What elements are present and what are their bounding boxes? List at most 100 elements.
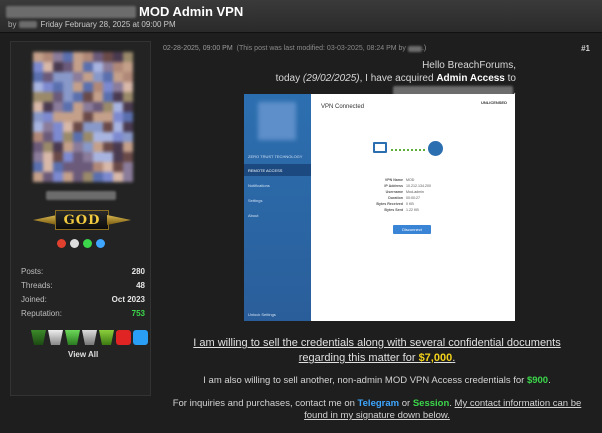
telegram-link[interactable]: Telegram — [358, 398, 400, 409]
avatar-pixel — [113, 122, 123, 132]
avatar-pixel — [93, 122, 103, 132]
session-icon[interactable] — [83, 239, 92, 248]
session-link[interactable]: Session — [413, 398, 449, 409]
avatar-pixel — [103, 132, 113, 142]
stat-label: Posts: — [21, 266, 44, 276]
avatar-pixel — [53, 152, 63, 162]
twitter-icon[interactable] — [133, 330, 148, 345]
redacted-title-prefix — [6, 5, 136, 18]
avatar-pixel — [43, 162, 53, 172]
acquired-mid: , I have acquired — [359, 73, 437, 84]
avatar-pixel — [103, 62, 113, 72]
vpn-sidebar: ZERO TRUST TECHNOLOGY REMOTE ACCESS Noti… — [244, 94, 311, 321]
vpn-info: VPN Name MOD IP Address 10.212.134.200 Use… — [351, 177, 475, 213]
award-icon[interactable] — [65, 330, 80, 345]
avatar-pixel — [33, 62, 43, 72]
info-key: Bytes Received — [376, 202, 403, 206]
xmpp-icon[interactable] — [57, 239, 66, 248]
avatar-pixel — [33, 92, 43, 102]
awards-row — [31, 330, 148, 345]
avatar-pixel — [63, 172, 73, 182]
avatar-pixel — [63, 132, 73, 142]
avatar-pixel — [93, 102, 103, 112]
wing-right-icon — [107, 215, 131, 225]
post-number[interactable]: #1 — [581, 44, 590, 53]
pgp-icon[interactable] — [70, 239, 79, 248]
avatar-pixel — [113, 162, 123, 172]
avatar-pixel — [43, 142, 53, 152]
avatar-pixel — [63, 162, 73, 172]
wing-left-icon — [33, 215, 57, 225]
avatar-pixel — [93, 62, 103, 72]
avatar-pixel — [123, 102, 133, 112]
avatar-pixel — [63, 152, 73, 162]
avatar-pixel — [83, 92, 93, 102]
avatar-pixel — [83, 172, 93, 182]
avatar-pixel — [83, 112, 93, 122]
edited-note: (This post was last modified: 03-03-2025… — [236, 45, 406, 52]
avatar-pixel — [83, 142, 93, 152]
avatar-pixel — [123, 142, 133, 152]
info-key: Username — [385, 190, 403, 194]
avatar-pixel — [43, 132, 53, 142]
acquired-prefix: today — [275, 73, 303, 84]
stat-label: Reputation: — [21, 308, 62, 318]
avatar-pixel — [73, 172, 83, 182]
redacted-username[interactable] — [46, 191, 116, 200]
avatar-pixel — [73, 162, 83, 172]
by-label: by — [8, 20, 17, 29]
avatar-pixel — [43, 152, 53, 162]
award-icon[interactable] — [82, 330, 97, 345]
award-icon[interactable] — [31, 330, 46, 345]
thread-meta: by Friday February 28, 2025 at 09:00 PM — [8, 20, 176, 29]
stat-value[interactable]: 753 — [132, 309, 145, 318]
avatar-pixel — [33, 72, 43, 82]
edited-close: .) — [421, 45, 427, 52]
avatar[interactable] — [33, 52, 133, 182]
info-value: 10.212.134.200 — [406, 184, 431, 188]
avatar-pixel — [53, 82, 63, 92]
vpn-nav-remote-access: REMOTE ACCESS — [244, 164, 311, 176]
avatar-pixel — [83, 152, 93, 162]
vpn-main: VPN Connected UNLICENSED VPN Name MOD IP … — [311, 94, 515, 321]
avatar-pixel — [43, 172, 53, 182]
avatar-pixel — [43, 102, 53, 112]
info-value: 0 KB — [406, 202, 414, 206]
avatar-pixel — [43, 72, 53, 82]
avatar-pixel — [93, 132, 103, 142]
sell-line-1: I am willing to sell the credentials alo… — [193, 337, 561, 349]
stat-value[interactable]: 280 — [132, 267, 145, 276]
avatar-pixel — [53, 62, 63, 72]
globe-icon — [428, 141, 443, 156]
contact-info-link-2[interactable]: found in my signature down below. — [304, 410, 450, 421]
award-icon[interactable] — [99, 330, 114, 345]
avatar-pixel — [53, 172, 63, 182]
avatar-pixel — [33, 112, 43, 122]
telegram-icon[interactable] — [96, 239, 105, 248]
contact-info-link-1[interactable]: My contact information can be — [455, 398, 582, 409]
avatar-pixel — [53, 112, 63, 122]
redacted-editor[interactable] — [407, 45, 422, 52]
avatar-pixel — [63, 62, 73, 72]
contact-prefix: For inquiries and purchases, contact me … — [172, 398, 358, 409]
avatar-pixel — [123, 92, 133, 102]
avatar-pixel — [123, 82, 133, 92]
avatar-pixel — [123, 162, 133, 172]
computer-icon — [373, 142, 387, 153]
stat-value[interactable]: 48 — [136, 281, 145, 290]
greeting-line: Hello BreachForums, — [422, 60, 516, 71]
avatar-pixel — [53, 92, 63, 102]
greeting-block: Hello BreachForums, today (29/02/2025), … — [163, 59, 591, 98]
redacted-author-link[interactable] — [19, 21, 38, 28]
avatar-pixel — [123, 152, 133, 162]
post-timestamp[interactable]: 02-28-2025, 09:00 PM — [163, 45, 233, 52]
youtube-icon[interactable] — [116, 330, 131, 345]
avatar-pixel — [33, 52, 43, 62]
avatar-pixel — [103, 162, 113, 172]
vpn-nav-about: About — [248, 212, 259, 218]
avatar-pixel — [53, 142, 63, 152]
view-all-link[interactable]: View All — [68, 350, 98, 359]
info-value: 1.22 KB — [406, 208, 419, 212]
vpn-client-screenshot[interactable]: ZERO TRUST TECHNOLOGY REMOTE ACCESS Noti… — [244, 94, 515, 321]
award-icon[interactable] — [48, 330, 63, 345]
